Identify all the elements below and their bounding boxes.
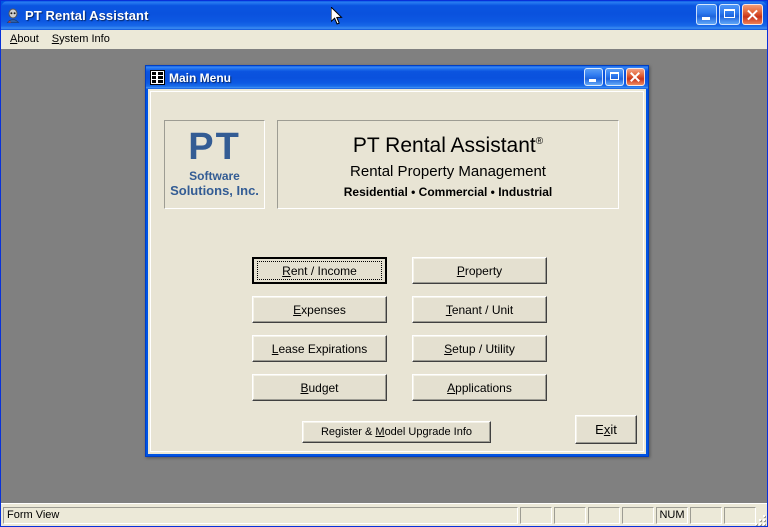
accel-a: A [447,380,456,395]
main-menu-title: Main Menu [169,70,231,85]
button-setup-utility-label: Setup / Utility [444,341,515,356]
status-pane-2 [554,506,586,524]
button-tenant-unit-label: Tenant / Unit [445,302,514,317]
menu-item-about-rest: bout [17,33,39,45]
main-menu-titlebar-buttons [584,68,645,86]
app-close-button[interactable] [742,4,763,25]
app-menubar: About System Info [1,30,767,49]
product-subtitle: Rental Property Management [350,163,546,180]
main-menu-minimize-button[interactable] [584,68,603,86]
application-window: PT Rental Assistant About System Info Ma… [0,0,768,527]
main-menu-titlebar[interactable]: Main Menu [146,66,648,89]
app-titlebar-buttons [696,4,763,25]
button-budget[interactable]: Budget [252,374,387,401]
minimize-icon [702,17,710,20]
product-title-text: PT Rental Assistant [352,134,536,157]
logo-line-2: Solutions, Inc. [170,183,259,198]
logo-line-1: Software [189,169,240,183]
logo-mark: PT [188,126,241,168]
status-bar: Form View NUM [1,503,767,526]
button-tenant-unit[interactable]: Tenant / Unit [412,296,547,323]
product-title: PT Rental Assistant® [278,130,618,158]
button-budget-label: Budget [300,380,339,395]
main-menu-buttons-left: Rent / Income Expenses Lease Expirations… [252,257,387,401]
button-exit[interactable]: Exit [575,415,637,444]
main-menu-form: PT Software Solutions, Inc. PT Rental As… [150,91,644,452]
app-title: PT Rental Assistant [25,8,149,23]
menu-item-system-info-rest: ystem Info [59,33,110,45]
accel-x: x [603,422,611,437]
button-register-upgrade-info[interactable]: Register & Model Upgrade Info [302,421,491,443]
product-title-panel: PT Rental Assistant® Rental Property Man… [277,120,619,209]
resize-grip-icon[interactable] [751,511,765,525]
menu-item-system-info[interactable]: System Info [46,31,117,47]
button-register-upgrade-info-label: Register & Model Upgrade Info [320,426,473,438]
app-minimize-button[interactable] [696,4,717,25]
button-rent-income[interactable]: Rent / Income [252,257,387,284]
status-pane-num: NUM [656,506,688,524]
button-setup-utility[interactable]: Setup / Utility [412,335,547,362]
accel-t: T [445,302,452,317]
accel-r: R [282,263,291,278]
main-menu-window: Main Menu PT Software Solutions, Inc. PT… [145,65,649,457]
mdi-client-area: Main Menu PT Software Solutions, Inc. PT… [1,49,767,503]
app-figure-icon [5,8,21,24]
maximize-icon [724,9,735,18]
button-expenses[interactable]: Expenses [252,296,387,323]
accel-e: E [293,302,302,317]
button-applications-label: Applications [447,380,512,395]
accel-p: P [456,263,465,278]
button-lease-expirations[interactable]: Lease Expirations [252,335,387,362]
pt-software-logo: PT Software Solutions, Inc. [164,120,265,209]
status-pane-4 [622,506,654,524]
main-menu-bottom-row: Register & Model Upgrade Info Exit [151,415,643,449]
app-maximize-button[interactable] [719,4,740,25]
main-menu-buttons-right: Property Tenant / Unit Setup / Utility A… [412,257,547,401]
status-message-pane: Form View [3,506,518,524]
button-property[interactable]: Property [412,257,547,284]
main-menu-maximize-button[interactable] [605,68,624,86]
main-menu-close-button[interactable] [626,68,645,86]
menu-item-about[interactable]: About [4,31,46,47]
button-applications[interactable]: Applications [412,374,547,401]
status-pane-6 [690,506,722,524]
minimize-icon [589,79,596,82]
button-expenses-label: Expenses [293,302,346,317]
accel-b: B [300,380,309,395]
button-rent-income-label: Rent / Income [282,263,357,278]
button-lease-expirations-label: Lease Expirations [271,341,368,356]
grid-table-icon [150,70,165,85]
app-titlebar[interactable]: PT Rental Assistant [1,1,767,30]
status-pane-1 [520,506,552,524]
accel-s: S [444,341,453,356]
menu-item-system-info-accel: S [51,33,60,45]
button-exit-label: Exit [595,422,617,437]
registered-mark: ® [535,136,544,147]
main-menu-body: PT Software Solutions, Inc. PT Rental As… [148,89,646,454]
main-menu-header: PT Software Solutions, Inc. PT Rental As… [164,120,619,209]
maximize-icon [610,72,619,80]
accel-l: L [271,341,279,356]
accel-m: M [375,426,385,438]
product-tagline: Residential • Commercial • Industrial [343,185,553,199]
button-property-label: Property [456,263,503,278]
status-pane-3 [588,506,620,524]
